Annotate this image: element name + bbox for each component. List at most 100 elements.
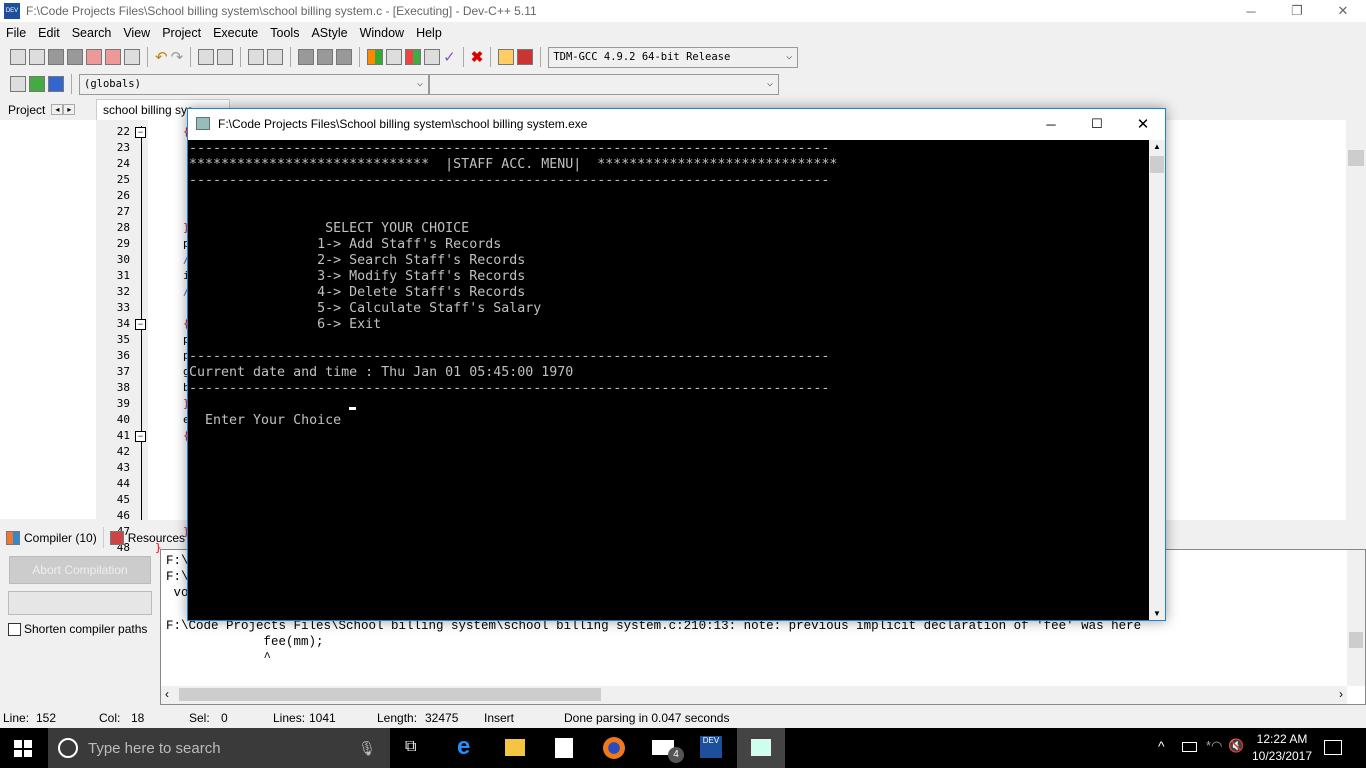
save-all-icon[interactable] bbox=[67, 49, 83, 65]
tab-scroll-right-icon[interactable]: ▸ bbox=[63, 104, 76, 115]
rebuild-icon[interactable] bbox=[424, 49, 441, 65]
log-vertical-scrollbar[interactable] bbox=[1347, 550, 1365, 686]
profile-icon[interactable] bbox=[498, 49, 515, 65]
task-view-icon[interactable]: ⧉ bbox=[405, 738, 416, 756]
compile-progress-bar bbox=[8, 591, 152, 615]
devcpp-logo-icon: DEV bbox=[4, 3, 20, 19]
console-window[interactable]: F:\Code Projects Files\School billing sy… bbox=[187, 108, 1166, 621]
chevron-down-icon: ⌵ bbox=[416, 77, 423, 89]
scope-select[interactable]: (globals) ⌵ bbox=[79, 73, 429, 95]
close-button[interactable]: ✕ bbox=[1320, 0, 1366, 22]
indent-icon[interactable] bbox=[248, 49, 265, 65]
scroll-up-icon[interactable]: ▲ bbox=[1153, 142, 1161, 151]
console-title: F:\Code Projects Files\School billing sy… bbox=[218, 117, 588, 131]
compile-icon[interactable] bbox=[367, 49, 384, 65]
stop-icon[interactable]: ✖ bbox=[471, 48, 484, 66]
battery-icon[interactable] bbox=[1182, 742, 1197, 752]
console-line: 6-> Exit bbox=[189, 317, 382, 332]
chevron-down-icon: ⌵ bbox=[786, 50, 793, 62]
breakpoint-icon[interactable] bbox=[336, 49, 353, 65]
fold-toggle-icon[interactable]: − bbox=[135, 319, 146, 330]
check-syntax-icon[interactable]: ✓ bbox=[443, 48, 456, 66]
open-file-icon[interactable] bbox=[29, 49, 45, 65]
project-options-icon[interactable] bbox=[48, 76, 64, 92]
compiler-select[interactable]: TDM-GCC 4.9.2 64-bit Release ⌵ bbox=[548, 46, 799, 68]
project-tab[interactable]: Project bbox=[8, 103, 45, 117]
menu-astyle[interactable]: AStyle bbox=[305, 26, 353, 40]
console-taskbar-button[interactable] bbox=[737, 728, 785, 768]
microphone-icon[interactable]: 🎙 bbox=[358, 740, 376, 757]
console-scrollbar[interactable]: ▲ ▼ bbox=[1149, 140, 1165, 620]
class-browser-icon[interactable] bbox=[10, 76, 26, 92]
tab-resources[interactable]: Resources bbox=[104, 527, 193, 548]
editor-scrollbar[interactable] bbox=[1346, 120, 1366, 520]
goto-icon[interactable] bbox=[317, 49, 334, 65]
minimize-button[interactable]: ─ bbox=[1228, 0, 1274, 22]
line-number: 28 bbox=[116, 221, 130, 234]
console-minimize-button[interactable]: ─ bbox=[1028, 113, 1074, 135]
action-center-icon[interactable] bbox=[1324, 740, 1342, 755]
replace-icon[interactable] bbox=[217, 49, 234, 65]
tab-scroll-left-icon[interactable]: ◂ bbox=[51, 104, 64, 115]
firefox-icon[interactable] bbox=[603, 737, 625, 759]
menu-bar: File Edit Search View Project Execute To… bbox=[0, 22, 1366, 44]
print-icon[interactable] bbox=[124, 49, 140, 65]
console-output[interactable]: ----------------------------------------… bbox=[188, 140, 1149, 620]
wifi-icon[interactable]: *◠ bbox=[1206, 738, 1222, 754]
project-panel: Project ◂ ▸ bbox=[0, 99, 96, 519]
menu-window[interactable]: Window bbox=[354, 26, 410, 40]
menu-project[interactable]: Project bbox=[156, 26, 207, 40]
run-icon[interactable] bbox=[386, 49, 403, 65]
abort-compilation-button[interactable]: Abort Compilation bbox=[9, 556, 151, 584]
file-explorer-icon[interactable] bbox=[505, 739, 525, 756]
bookmark-icon[interactable] bbox=[298, 49, 315, 65]
console-line: ----------------------------------------… bbox=[189, 349, 830, 364]
find-icon[interactable] bbox=[198, 49, 215, 65]
scroll-down-icon[interactable]: ▼ bbox=[1153, 609, 1161, 618]
undo-icon[interactable]: ↶ bbox=[155, 48, 168, 66]
scroll-right-icon[interactable]: › bbox=[1339, 687, 1343, 701]
menu-tools[interactable]: Tools bbox=[264, 26, 305, 40]
menu-search[interactable]: Search bbox=[66, 26, 118, 40]
line-number: 34 bbox=[116, 317, 130, 330]
devcpp-taskbar-icon[interactable]: DEV bbox=[700, 736, 722, 758]
new-file-icon[interactable] bbox=[10, 49, 26, 65]
menu-execute[interactable]: Execute bbox=[207, 26, 264, 40]
line-number: 22 bbox=[116, 125, 130, 138]
redo-icon[interactable]: ↷ bbox=[171, 48, 184, 66]
edge-icon[interactable]: e bbox=[457, 733, 470, 761]
save-icon[interactable] bbox=[48, 49, 64, 65]
compile-run-icon[interactable] bbox=[405, 49, 422, 65]
windows-start-icon[interactable] bbox=[14, 740, 32, 757]
delete-profile-icon[interactable] bbox=[517, 49, 534, 65]
fold-toggle-icon[interactable]: − bbox=[135, 127, 146, 138]
function-select[interactable]: ⌵ bbox=[429, 73, 779, 95]
menu-help[interactable]: Help bbox=[410, 26, 448, 40]
tab-compiler[interactable]: Compiler (10) bbox=[0, 527, 104, 548]
unindent-icon[interactable] bbox=[267, 49, 284, 65]
close-all-icon[interactable] bbox=[105, 49, 121, 65]
add-to-project-icon[interactable] bbox=[29, 76, 45, 92]
console-app-icon bbox=[196, 117, 210, 130]
log-horizontal-scrollbar[interactable]: ‹ › bbox=[161, 686, 1347, 704]
maximize-button[interactable]: ❐ bbox=[1274, 0, 1320, 22]
taskbar: Type here to search 🎙 ⧉ e 4 DEV ^ *◠ 🔇 1… bbox=[0, 728, 1366, 768]
close-file-icon[interactable] bbox=[86, 49, 102, 65]
console-maximize-button[interactable]: ☐ bbox=[1074, 113, 1120, 135]
menu-view[interactable]: View bbox=[117, 26, 156, 40]
show-hidden-icons-icon[interactable]: ^ bbox=[1158, 738, 1165, 754]
menu-edit[interactable]: Edit bbox=[32, 26, 66, 40]
store-icon[interactable] bbox=[555, 738, 573, 758]
search-box[interactable]: Type here to search 🎙 bbox=[48, 728, 390, 768]
line-number: 45 bbox=[116, 493, 130, 506]
console-close-button[interactable]: ✕ bbox=[1120, 113, 1166, 135]
volume-muted-icon[interactable]: 🔇 bbox=[1228, 738, 1244, 754]
menu-file[interactable]: File bbox=[0, 26, 32, 40]
console-line: ----------------------------------------… bbox=[189, 173, 830, 188]
scroll-left-icon[interactable]: ‹ bbox=[165, 687, 169, 701]
cortana-icon bbox=[58, 738, 78, 758]
fold-toggle-icon[interactable]: − bbox=[135, 431, 146, 442]
clock-date[interactable]: 10/23/2017 bbox=[1250, 749, 1314, 763]
clock-time[interactable]: 12:22 AM bbox=[1252, 732, 1312, 746]
shorten-paths-checkbox[interactable]: Shorten compiler paths bbox=[8, 622, 147, 636]
